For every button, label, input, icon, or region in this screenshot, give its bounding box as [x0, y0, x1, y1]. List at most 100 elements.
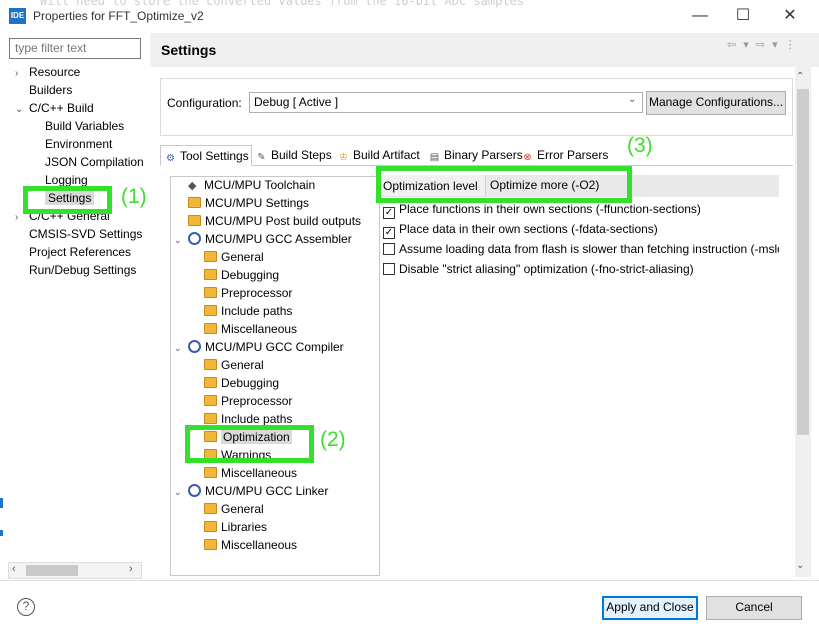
minimize-icon[interactable]: — [677, 0, 723, 33]
tool-tree-item[interactable]: General [174, 356, 379, 374]
tool-tree-item[interactable]: Libraries [174, 518, 379, 536]
option-row: Assume loading data from flash is slower… [383, 240, 779, 260]
left-scroll-thumb[interactable] [26, 565, 78, 576]
scroll-left-icon[interactable]: ‹ [12, 563, 16, 575]
tool-tree-label: Miscellaneous [221, 538, 298, 552]
tool-tree-label: Debugging [221, 268, 280, 282]
sidebar-item-label: C/C++ Build [29, 101, 94, 115]
tool-tree-item[interactable]: ◆ MCU/MPU Toolchain [174, 176, 379, 194]
sidebar-item-label: Logging [45, 173, 88, 187]
configuration-label: Configuration: [167, 96, 242, 110]
gear-icon [188, 484, 201, 497]
cancel-button[interactable]: Cancel [706, 596, 802, 620]
settings-header [150, 33, 819, 67]
sidebar-item[interactable]: › Resource [15, 63, 145, 81]
tool-tree-item[interactable]: Miscellaneous [174, 536, 379, 554]
sidebar-item[interactable]: Run/Debug Settings [15, 261, 145, 279]
close-icon[interactable]: ✕ [767, 0, 813, 33]
tool-tree-label: Include paths [221, 304, 293, 318]
chevron-down-icon[interactable]: ⌄ [174, 483, 188, 501]
option-row: Disable "strict aliasing" optimization (… [383, 260, 779, 280]
tool-tree-item[interactable]: ⌄ MCU/MPU GCC Compiler [174, 338, 379, 356]
tool-tree-item[interactable]: General [174, 248, 379, 266]
navigation-arrows[interactable]: ⇦ ▾ ⇨ ▾ ⋮ [727, 38, 798, 51]
tool-tree-label: MCU/MPU GCC Linker [205, 484, 329, 498]
tab-icon: ▤ [429, 152, 440, 163]
sidebar-item-label: Build Variables [45, 119, 125, 133]
manage-configurations-button[interactable]: Manage Configurations... [646, 91, 786, 115]
folder-icon [204, 377, 217, 388]
sidebar-item-label: Environment [45, 137, 113, 151]
configuration-select[interactable]: Debug [ Active ] [249, 92, 643, 113]
sidebar-item[interactable]: ⌄ C/C++ Build [15, 99, 145, 117]
checkbox[interactable] [383, 263, 395, 275]
chevron-down-icon[interactable]: ⌄ [628, 94, 636, 105]
sidebar-item[interactable]: JSON Compilation [15, 153, 145, 171]
chevron-down-icon[interactable]: ⌄ [15, 101, 29, 119]
folder-icon [188, 215, 201, 226]
sidebar-item[interactable]: Environment [15, 135, 145, 153]
filter-input[interactable]: type filter text [9, 38, 141, 59]
tab-error-parsers[interactable]: ⊗ Error Parsers [518, 145, 608, 166]
tool-tree-label: Miscellaneous [221, 466, 298, 480]
tab-binary-parsers[interactable]: ▤ Binary Parsers [425, 145, 523, 166]
tool-tree-label: General [221, 250, 264, 264]
tab-label: Build Steps [271, 148, 332, 162]
tool-tree-item[interactable]: Miscellaneous [174, 464, 379, 482]
app-icon: IDE [9, 8, 26, 24]
tab-icon: ⊗ [523, 152, 532, 163]
tool-tree-label: MCU/MPU Post build outputs [205, 214, 362, 228]
tool-tree-item[interactable]: ⌄ MCU/MPU GCC Linker [174, 482, 379, 500]
checked-checkbox[interactable]: ✓ [383, 207, 395, 219]
chevron-down-icon[interactable]: ⌄ [174, 231, 188, 249]
sidebar-item[interactable]: Build Variables [15, 117, 145, 135]
tab-label: Build Artifact [353, 148, 420, 162]
sidebar-item[interactable]: CMSIS-SVD Settings [15, 225, 145, 243]
tab-icon: ✎ [257, 152, 266, 163]
footer-divider [0, 580, 819, 581]
sidebar-item-label: Resource [29, 65, 81, 79]
maximize-icon[interactable]: ☐ [720, 0, 766, 33]
checkbox[interactable] [383, 243, 395, 255]
tool-tree-item[interactable]: Include paths [174, 302, 379, 320]
tool-tree-item[interactable]: Miscellaneous [174, 320, 379, 338]
scroll-down-icon[interactable]: ⌄ [796, 560, 804, 571]
tool-tree-item[interactable]: General [174, 500, 379, 518]
tool-tree-item[interactable]: MCU/MPU Settings [174, 194, 379, 212]
folder-icon [204, 269, 217, 280]
tool-tree-item[interactable]: ⌄ MCU/MPU GCC Assembler [174, 230, 379, 248]
edge-marker [0, 530, 3, 536]
option-label: Place functions in their own sections (-… [399, 202, 701, 216]
tool-icon: ◆ [188, 180, 197, 192]
edge-marker [0, 498, 3, 508]
checked-checkbox[interactable]: ✓ [383, 227, 395, 239]
tab-tool-settings[interactable]: ⚙ Tool Settings [160, 145, 252, 166]
tool-tree-label: Libraries [221, 520, 268, 534]
tab-build-artifact[interactable]: ♔ Build Artifact [334, 145, 424, 166]
page-title: Settings [161, 42, 217, 58]
tool-tree-label: Preprocessor [221, 394, 293, 408]
tool-tree-item[interactable]: Debugging [174, 374, 379, 392]
tool-tree-label: Miscellaneous [221, 322, 298, 336]
help-icon[interactable]: ? [17, 598, 35, 616]
tool-tree-item[interactable]: MCU/MPU Post build outputs [174, 212, 379, 230]
scroll-right-icon[interactable]: › [129, 563, 133, 575]
sidebar-item[interactable]: Builders [15, 81, 145, 99]
folder-icon [204, 287, 217, 298]
tool-tree-item[interactable]: Preprocessor [174, 284, 379, 302]
scroll-up-icon[interactable]: ⌃ [796, 71, 804, 82]
tool-tree-label: General [221, 358, 264, 372]
tab-build-steps[interactable]: ✎ Build Steps [252, 145, 332, 166]
tool-tree-item[interactable]: Debugging [174, 266, 379, 284]
sidebar-item-label: Run/Debug Settings [29, 263, 137, 277]
chevron-down-icon[interactable]: ⌄ [174, 339, 188, 357]
highlight-box-optimization-level [376, 166, 632, 203]
optimization-options: ✓ Place functions in their own sections (… [380, 200, 779, 280]
vertical-scroll-thumb[interactable] [797, 89, 809, 435]
tool-tree-label: MCU/MPU GCC Assembler [205, 232, 352, 246]
tool-tree-label: General [221, 502, 264, 516]
tool-tree-item[interactable]: Preprocessor [174, 392, 379, 410]
sidebar-item[interactable]: Project References [15, 243, 145, 261]
option-label: Disable "strict aliasing" optimization (… [399, 262, 694, 276]
apply-and-close-button[interactable]: Apply and Close [602, 596, 698, 620]
